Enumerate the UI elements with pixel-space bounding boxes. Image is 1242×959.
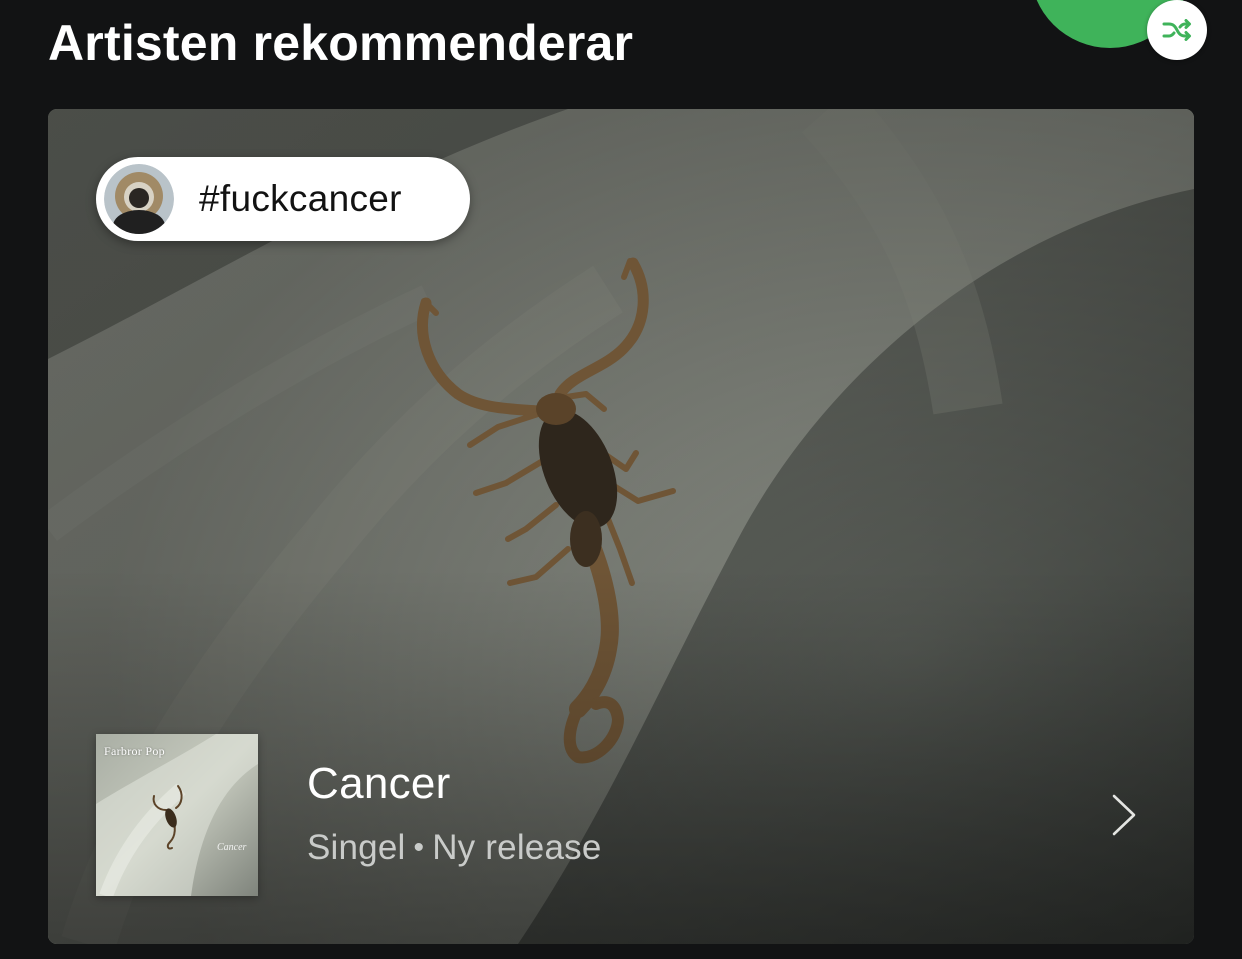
artist-avatar — [104, 164, 174, 234]
artist-comment-pill[interactable]: #fuckcancer — [96, 157, 470, 241]
release-meta: Singel • Ny release — [307, 825, 602, 871]
shuffle-button[interactable] — [1147, 0, 1207, 60]
section-title: Artisten rekommenderar — [48, 15, 634, 71]
artist-comment-text: #fuckcancer — [199, 178, 402, 219]
meta-separator: • — [413, 831, 425, 864]
cover-title-text: Cancer — [217, 842, 247, 853]
release-type: Singel — [307, 828, 406, 867]
release-cover-art[interactable]: Farbror Pop Cancer — [96, 734, 258, 896]
release-status: Ny release — [432, 828, 602, 867]
shuffle-icon — [1162, 19, 1191, 41]
cover-artist-text: Farbror Pop — [104, 744, 165, 758]
artist-pick-card[interactable]: #fuckcancer Farbror Pop Cancer Cancer Si… — [48, 109, 1194, 944]
release-title: Cancer — [307, 759, 451, 808]
chevron-right-icon[interactable] — [1108, 793, 1140, 837]
artist-recommends-screen: Artisten rekommenderar #fuckcancer Farbr… — [0, 0, 1242, 959]
